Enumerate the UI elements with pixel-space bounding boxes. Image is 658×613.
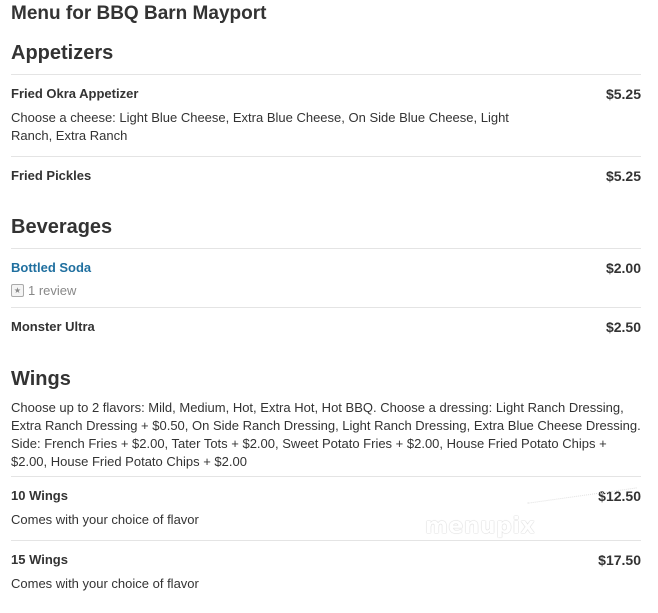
section-title-appetizers: Appetizers xyxy=(11,42,114,64)
item-price: $2.50 xyxy=(605,319,641,335)
review-link[interactable]: ★ 1 review xyxy=(11,283,76,298)
item-name: Fried Okra Appetizer xyxy=(11,86,139,101)
section-divider xyxy=(11,476,641,477)
page-title: Menu for BBQ Barn Mayport xyxy=(11,3,267,24)
item-price: $5.25 xyxy=(605,168,641,184)
item-description: Comes with your choice of flavor xyxy=(11,512,199,527)
item-divider xyxy=(11,540,641,541)
item-name-link[interactable]: Bottled Soda xyxy=(11,260,91,275)
item-name: Monster Ultra xyxy=(11,319,95,334)
item-name: 10 Wings xyxy=(11,488,68,503)
section-title-beverages: Beverages xyxy=(11,216,113,238)
section-title-wings: Wings xyxy=(11,368,71,390)
section-description: Choose up to 2 flavors: Mild, Medium, Ho… xyxy=(11,400,641,469)
item-name: Fried Pickles xyxy=(11,168,92,183)
review-star-icon: ★ xyxy=(11,284,24,297)
watermark-logo: menupix xyxy=(425,514,536,539)
item-divider xyxy=(11,156,641,157)
item-price: $2.00 xyxy=(605,260,641,276)
section-divider xyxy=(11,74,641,75)
item-price: $17.50 xyxy=(598,552,641,568)
section-divider xyxy=(11,248,641,249)
review-count: 1 review xyxy=(28,283,77,298)
item-name: 15 Wings xyxy=(11,552,68,567)
watermark-decoration xyxy=(527,487,639,516)
item-description: Choose a cheese: Light Blue Cheese, Extr… xyxy=(11,110,509,143)
item-divider xyxy=(11,307,641,308)
item-price: $5.25 xyxy=(605,86,641,102)
item-description: Comes with your choice of flavor xyxy=(11,576,199,591)
